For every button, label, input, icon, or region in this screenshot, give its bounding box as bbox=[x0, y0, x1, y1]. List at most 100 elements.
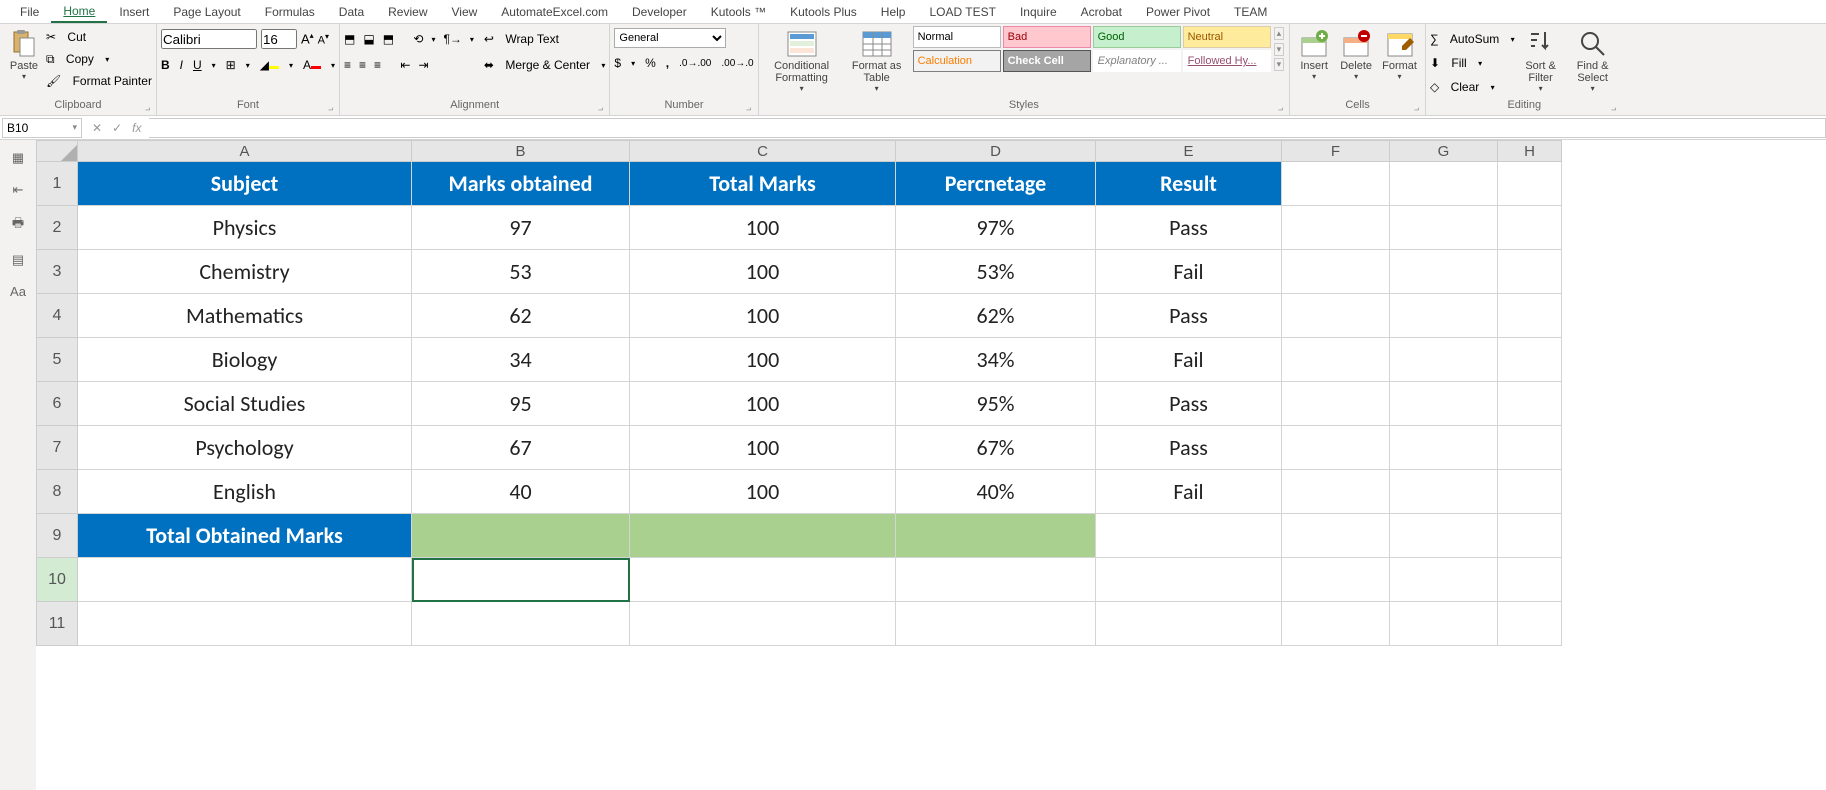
cell-D4[interactable]: 62% bbox=[896, 294, 1096, 338]
cell-H9[interactable] bbox=[1498, 514, 1562, 558]
cell-E3[interactable]: Fail bbox=[1096, 250, 1282, 294]
cell-F7[interactable] bbox=[1282, 426, 1390, 470]
cell-E4[interactable]: Pass bbox=[1096, 294, 1282, 338]
cell-D6[interactable]: 95% bbox=[896, 382, 1096, 426]
row-header-3[interactable]: 3 bbox=[36, 250, 78, 294]
cell-G7[interactable] bbox=[1390, 426, 1498, 470]
find-select-button[interactable]: Find & Select▾ bbox=[1567, 26, 1619, 95]
style-bad[interactable]: Bad bbox=[1003, 26, 1091, 48]
cell-A8[interactable]: English bbox=[78, 470, 412, 514]
tab-load-test[interactable]: LOAD TEST bbox=[917, 2, 1007, 22]
cell-B10[interactable] bbox=[412, 558, 630, 602]
cell-H4[interactable] bbox=[1498, 294, 1562, 338]
delete-cells-button[interactable]: Delete▾ bbox=[1336, 26, 1376, 83]
accept-formula-icon[interactable]: ✓ bbox=[112, 121, 122, 135]
cell-B3[interactable]: 53 bbox=[412, 250, 630, 294]
style-check-cell[interactable]: Check Cell bbox=[1003, 50, 1091, 72]
increase-indent-icon[interactable]: ⇥ bbox=[418, 58, 428, 72]
cell-C2[interactable]: 100 bbox=[630, 206, 896, 250]
cell-H8[interactable] bbox=[1498, 470, 1562, 514]
gallery-up-icon[interactable]: ▴ bbox=[1274, 27, 1285, 40]
cell-H6[interactable] bbox=[1498, 382, 1562, 426]
cell-G2[interactable] bbox=[1390, 206, 1498, 250]
cell-C11[interactable] bbox=[630, 602, 896, 646]
cell-G1[interactable] bbox=[1390, 162, 1498, 206]
tab-power-pivot[interactable]: Power Pivot bbox=[1134, 2, 1222, 22]
decrease-indent-icon[interactable]: ⇤ bbox=[400, 58, 410, 72]
tab-inquire[interactable]: Inquire bbox=[1008, 2, 1069, 22]
cell-A5[interactable]: Biology bbox=[78, 338, 412, 382]
cell-F3[interactable] bbox=[1282, 250, 1390, 294]
cell-F5[interactable] bbox=[1282, 338, 1390, 382]
increase-font-icon[interactable]: A▴ bbox=[301, 31, 314, 46]
cell-F9[interactable] bbox=[1282, 514, 1390, 558]
cell-B6[interactable]: 95 bbox=[412, 382, 630, 426]
column-header-C[interactable]: C bbox=[630, 140, 896, 162]
cell-C3[interactable]: 100 bbox=[630, 250, 896, 294]
underline-button[interactable]: U bbox=[193, 58, 202, 72]
align-right-icon[interactable]: ≡ bbox=[374, 58, 381, 72]
side-icon[interactable]: ⇤ bbox=[13, 182, 24, 198]
cell-B4[interactable]: 62 bbox=[412, 294, 630, 338]
currency-button[interactable]: $ bbox=[614, 56, 621, 70]
cell-H1[interactable] bbox=[1498, 162, 1562, 206]
format-painter-button[interactable]: 🖌 Format Painter bbox=[46, 70, 152, 92]
cell-E5[interactable]: Fail bbox=[1096, 338, 1282, 382]
fill-color-button[interactable]: ◢ bbox=[260, 58, 279, 72]
cell-G3[interactable] bbox=[1390, 250, 1498, 294]
align-left-icon[interactable]: ≡ bbox=[344, 58, 351, 72]
row-header-8[interactable]: 8 bbox=[36, 470, 78, 514]
italic-button[interactable]: I bbox=[180, 58, 183, 72]
cell-C4[interactable]: 100 bbox=[630, 294, 896, 338]
cell-D8[interactable]: 40% bbox=[896, 470, 1096, 514]
cell-B1[interactable]: Marks obtained bbox=[412, 162, 630, 206]
cell-F11[interactable] bbox=[1282, 602, 1390, 646]
font-name-select[interactable] bbox=[161, 29, 257, 49]
side-icon[interactable]: Aa bbox=[10, 284, 26, 299]
column-header-G[interactable]: G bbox=[1390, 140, 1498, 162]
ltr-icon[interactable]: ¶→ bbox=[443, 32, 461, 46]
formula-input[interactable] bbox=[149, 118, 1826, 138]
cell-D10[interactable] bbox=[896, 558, 1096, 602]
cell-D3[interactable]: 53% bbox=[896, 250, 1096, 294]
row-header-11[interactable]: 11 bbox=[36, 602, 78, 646]
align-middle-icon[interactable]: ⬓ bbox=[363, 32, 374, 46]
cell-A1[interactable]: Subject bbox=[78, 162, 412, 206]
cell-C1[interactable]: Total Marks bbox=[630, 162, 896, 206]
tab-developer[interactable]: Developer bbox=[620, 2, 699, 22]
style-calculation[interactable]: Calculation bbox=[913, 50, 1001, 72]
borders-button[interactable]: ⊞ bbox=[226, 58, 236, 72]
style-normal[interactable]: Normal bbox=[913, 26, 1001, 48]
cell-H7[interactable] bbox=[1498, 426, 1562, 470]
tab-team[interactable]: TEAM bbox=[1222, 2, 1279, 22]
cell-A6[interactable]: Social Studies bbox=[78, 382, 412, 426]
column-header-H[interactable]: H bbox=[1498, 140, 1562, 162]
cell-A4[interactable]: Mathematics bbox=[78, 294, 412, 338]
cell-E1[interactable]: Result bbox=[1096, 162, 1282, 206]
orientation-icon[interactable]: ⟲ bbox=[413, 32, 423, 46]
cell-G9[interactable] bbox=[1390, 514, 1498, 558]
tab-help[interactable]: Help bbox=[869, 2, 918, 22]
cell-F2[interactable] bbox=[1282, 206, 1390, 250]
cell-H2[interactable] bbox=[1498, 206, 1562, 250]
cell-D5[interactable]: 34% bbox=[896, 338, 1096, 382]
tab-formulas[interactable]: Formulas bbox=[253, 2, 327, 22]
cell-G6[interactable] bbox=[1390, 382, 1498, 426]
tab-data[interactable]: Data bbox=[327, 2, 376, 22]
row-header-5[interactable]: 5 bbox=[36, 338, 78, 382]
cell-A2[interactable]: Physics bbox=[78, 206, 412, 250]
style-followed-hy-[interactable]: Followed Hy... bbox=[1183, 50, 1271, 72]
column-header-F[interactable]: F bbox=[1282, 140, 1390, 162]
cell-F8[interactable] bbox=[1282, 470, 1390, 514]
tab-review[interactable]: Review bbox=[376, 2, 439, 22]
name-box[interactable]: B10▾ bbox=[2, 118, 82, 138]
tab-kutools-[interactable]: Kutools ™ bbox=[699, 2, 778, 22]
cell-C7[interactable]: 100 bbox=[630, 426, 896, 470]
cell-D7[interactable]: 67% bbox=[896, 426, 1096, 470]
fill-button[interactable]: ⬇ Fill ▾ bbox=[1430, 52, 1515, 74]
row-header-10[interactable]: 10 bbox=[36, 558, 78, 602]
tab-file[interactable]: File bbox=[8, 2, 51, 22]
cell-G11[interactable] bbox=[1390, 602, 1498, 646]
cell-A11[interactable] bbox=[78, 602, 412, 646]
cell-E7[interactable]: Pass bbox=[1096, 426, 1282, 470]
